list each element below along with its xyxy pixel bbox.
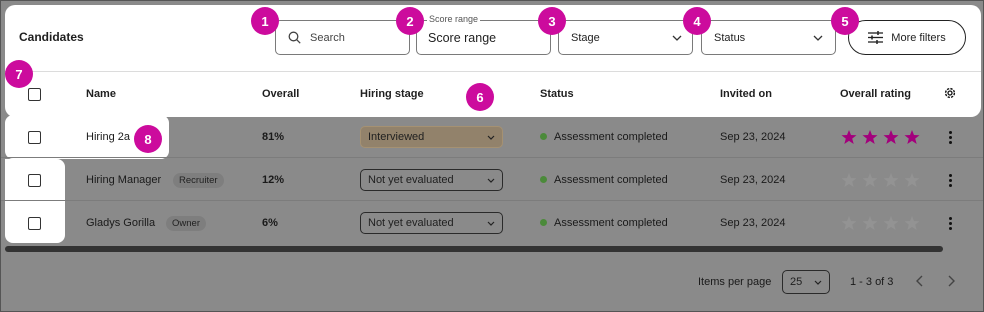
invited-date: Sep 23, 2024 [720,217,786,229]
column-settings-icon[interactable] [943,86,957,105]
role-tag: Owner [166,216,206,231]
row-checkbox[interactable] [28,131,41,144]
rating-stars[interactable] [841,129,941,145]
sliders-icon [868,31,884,44]
chevron-down-icon [672,32,682,44]
role-tag: Recruiter [173,173,224,188]
horizontal-scrollbar[interactable] [5,246,943,252]
star-empty-icon[interactable] [862,172,878,188]
star-empty-icon[interactable] [904,215,920,231]
column-header-invited-on[interactable]: Invited on [720,88,772,100]
row-menu-icon[interactable] [943,172,957,188]
callout-badge-3: 3 [538,7,566,35]
items-per-page-value: 25 [790,276,803,288]
chevron-down-icon [487,178,495,183]
star-empty-icon[interactable] [883,172,899,188]
overall-score: 6% [262,217,278,229]
star-filled-icon[interactable] [883,129,899,145]
search-icon [288,31,301,44]
more-filters-label: More filters [891,31,946,44]
invited-date: Sep 23, 2024 [720,131,786,143]
status-text: Assessment completed [554,174,668,186]
candidate-name[interactable]: Hiring 2a [86,131,130,143]
items-per-page-select[interactable]: 25 [782,270,830,294]
status-dot [540,176,547,183]
score-range-label: Score range [427,14,481,24]
status-select-label: Status [714,31,746,44]
next-page-icon[interactable] [947,274,955,290]
page-title: Candidates [19,30,84,44]
rating-stars[interactable] [841,215,941,231]
status-text: Assessment completed [554,131,668,143]
callout-badge-7: 7 [5,60,33,88]
hiring-stage-select[interactable]: Interviewed [360,126,503,148]
star-filled-icon[interactable] [862,129,878,145]
items-per-page-label: Items per page [698,276,772,288]
status-dot [540,219,547,226]
column-header-overall-rating[interactable]: Overall rating [840,88,911,100]
overall-score: 12% [262,174,285,186]
candidates-screen: Candidates Search Score range Score rang… [0,0,984,312]
hiring-stage-select[interactable]: Not yet evaluated [360,212,503,234]
star-empty-icon[interactable] [841,215,857,231]
pagination-range: 1 - 3 of 3 [850,276,894,288]
search-input[interactable]: Search [275,20,410,55]
hiring-stage-value: Not yet evaluated [368,174,454,186]
row-menu-icon[interactable] [943,129,957,145]
score-range-field[interactable]: Score range Score range [416,14,551,55]
row-menu-icon[interactable] [943,215,957,231]
stage-select[interactable]: Stage [558,20,693,55]
rating-stars[interactable] [841,172,941,188]
callout-badge-2: 2 [396,7,424,35]
table-row[interactable]: Hiring Manager Recruiter 12% Not yet eva… [1,158,983,201]
hiring-stage-value: Not yet evaluated [368,217,454,229]
column-header-status[interactable]: Status [540,88,574,100]
candidate-name[interactable]: Hiring Manager [86,174,161,186]
star-empty-icon[interactable] [862,215,878,231]
column-header-hiring-stage[interactable]: Hiring stage [360,88,424,100]
chevron-down-icon [487,221,495,226]
chevron-down-icon [487,135,495,140]
search-placeholder: Search [310,31,345,44]
row-checkbox[interactable] [28,217,41,230]
hiring-stage-value: Interviewed [368,131,425,143]
status-select[interactable]: Status [701,20,836,55]
callout-badge-1: 1 [251,7,279,35]
invited-date: Sep 23, 2024 [720,174,786,186]
table-row[interactable]: Gladys Gorilla Owner 6% Not yet evaluate… [1,201,983,244]
column-header-overall[interactable]: Overall [262,88,299,100]
star-filled-icon[interactable] [904,129,920,145]
overall-score: 81% [262,131,285,143]
score-range-value: Score range [428,30,497,45]
star-empty-icon[interactable] [883,215,899,231]
stage-select-label: Stage [571,31,600,44]
status-text: Assessment completed [554,217,668,229]
divider [5,71,981,72]
more-filters-button[interactable]: More filters [848,20,966,55]
candidate-name[interactable]: Gladys Gorilla [86,217,155,229]
prev-page-icon[interactable] [916,274,924,290]
select-all-checkbox[interactable] [28,88,41,101]
chevron-down-icon [813,32,823,44]
star-empty-icon[interactable] [904,172,920,188]
callout-badge-5: 5 [831,7,859,35]
column-header-name[interactable]: Name [86,88,116,100]
hiring-stage-select[interactable]: Not yet evaluated [360,169,503,191]
star-empty-icon[interactable] [841,172,857,188]
callout-badge-8: 8 [134,125,162,153]
chevron-down-icon [814,280,822,285]
callout-badge-4: 4 [683,7,711,35]
status-dot [540,133,547,140]
row-checkbox[interactable] [28,174,41,187]
callout-badge-6: 6 [466,83,494,111]
star-filled-icon[interactable] [841,129,857,145]
